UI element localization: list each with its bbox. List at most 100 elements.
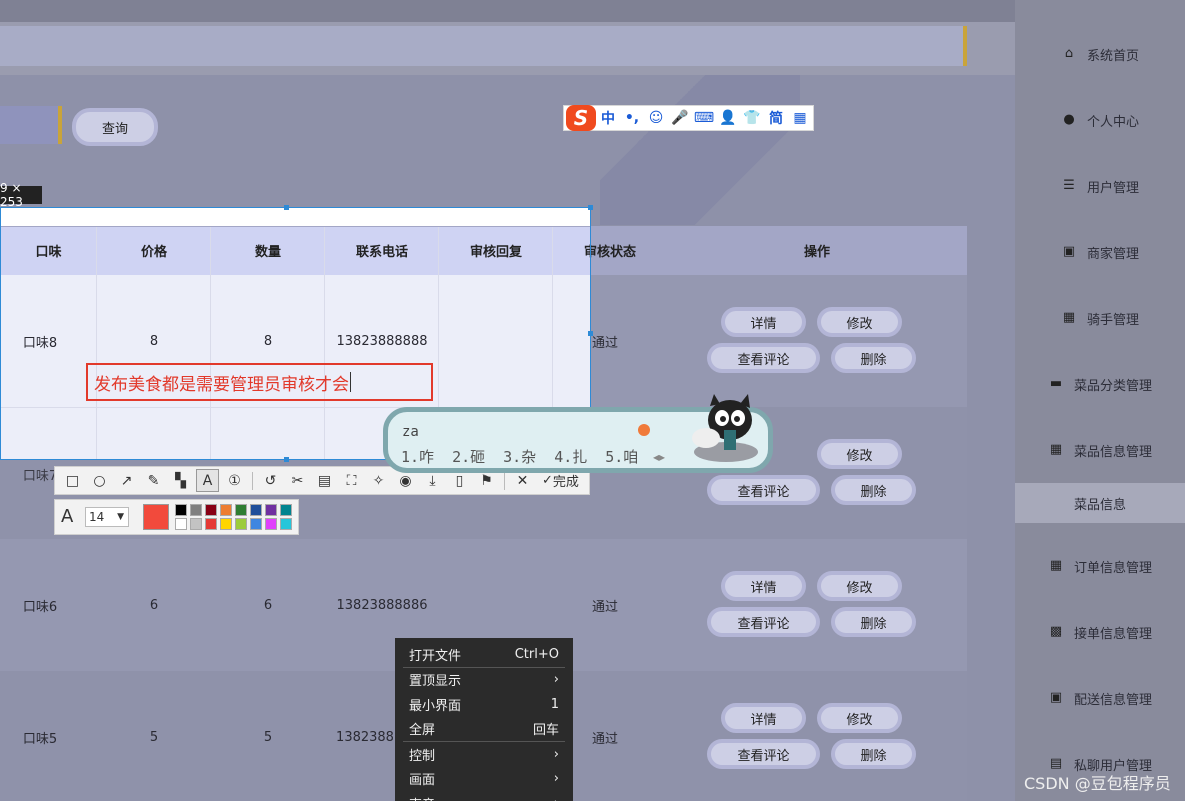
color-swatch[interactable] [235,504,247,516]
color-swatch[interactable] [205,504,217,516]
number-marker-icon[interactable]: ① [223,469,246,492]
menu-item-picture[interactable]: 画面 › [395,767,573,792]
search-input[interactable] [0,106,62,144]
text-style-toolbar: A 14 ▼ [54,499,299,535]
color-swatch[interactable] [280,518,292,530]
sidebar-item-dish-category[interactable]: ▬ 菜品分类管理 [1015,351,1185,417]
color-swatch[interactable] [190,518,202,530]
resize-handle[interactable] [588,331,593,336]
color-swatch[interactable] [175,518,187,530]
sidebar-item-home[interactable]: ⌂ 系统首页 [1015,21,1185,87]
toolbox-icon[interactable]: ▦ [788,110,812,126]
mosaic-icon[interactable]: ▚ [169,469,192,492]
cell-taste: 口味5 [22,731,58,747]
sidebar-item-accept-orders[interactable]: ▩ 接单信息管理 [1015,599,1185,665]
scan-icon[interactable]: ⛶ [340,469,363,492]
annotation-text-input[interactable]: 发布美食都是需要管理员审核才会 [86,363,433,401]
color-swatch[interactable] [220,504,232,516]
color-swatch[interactable] [235,518,247,530]
chinese-mode-icon[interactable]: 中 [596,108,620,128]
color-swatch[interactable] [175,504,187,516]
delete-button[interactable]: 删除 [831,475,916,505]
pin-icon[interactable]: ✧ [367,469,390,492]
delete-button[interactable]: 删除 [831,739,916,769]
active-color-swatch[interactable] [143,504,169,530]
sidebar-subitem-dish-info[interactable]: 菜品信息 [1015,483,1185,523]
color-swatch[interactable] [220,518,232,530]
candidate-3[interactable]: 3.杂 [503,446,536,467]
done-button[interactable]: ✓ 完成 [542,471,579,490]
sidebar-item-users[interactable]: ☰ 用户管理 [1015,153,1185,219]
emoji-icon[interactable]: ☺ [644,110,668,126]
candidate-4[interactable]: 4.扎 [554,446,587,467]
context-menu: 打开文件 Ctrl+O 置顶显示 › 最小界面 1 全屏 回车 控制 › 画面 › 声音 › [395,638,573,801]
menu-item-pin-top[interactable]: 置顶显示 › [395,668,573,693]
view-reviews-button[interactable]: 查看评论 [707,607,820,637]
text-icon[interactable]: A [196,469,219,492]
scissors-icon[interactable]: ✂ [286,469,309,492]
detail-button[interactable]: 详情 [721,307,806,337]
delete-button[interactable]: 删除 [831,343,916,373]
detail-button[interactable]: 详情 [721,703,806,733]
edit-button[interactable]: 修改 [817,571,902,601]
candidate-2[interactable]: 2.砸 [452,446,485,467]
menu-item-fullscreen[interactable]: 全屏 回车 [395,717,573,742]
ocr-icon[interactable]: ▤ [313,469,336,492]
person-icon: ● [1063,112,1075,127]
cell-qty: 5 [263,729,273,745]
menu-item-label: 全屏 [409,723,436,739]
view-reviews-button[interactable]: 查看评论 [707,739,820,769]
pencil-icon[interactable]: ✎ [142,469,165,492]
resize-handle[interactable] [284,205,289,210]
menu-item-mini-ui[interactable]: 最小界面 1 [395,692,573,717]
candidate-1[interactable]: 1.咋 [401,446,434,467]
font-size-select[interactable]: 14 ▼ [85,507,129,527]
microphone-icon[interactable]: 🎤 [668,110,692,126]
page-nav-icon[interactable]: ◂▸ [653,450,665,464]
resize-handle[interactable] [284,457,289,462]
candidate-5[interactable]: 5.咱 [605,446,638,467]
detail-button[interactable]: 详情 [721,571,806,601]
resize-handle[interactable] [588,205,593,210]
ime-status-bar: S 中 •, ☺ 🎤 ⌨ 👤 👕 简 ▦ [563,105,814,131]
color-swatch[interactable] [265,504,277,516]
color-swatch[interactable] [205,518,217,530]
sidebar-item-delivery[interactable]: ▣ 配送信息管理 [1015,665,1185,731]
user-icon[interactable]: 👤 [716,110,740,126]
punctuation-icon[interactable]: •, [620,110,644,126]
menu-item-sound[interactable]: 声音 › [395,791,573,801]
color-swatch[interactable] [250,518,262,530]
edit-button[interactable]: 修改 [817,307,902,337]
sidebar-item-merchants[interactable]: ▣ 商家管理 [1015,219,1185,285]
sidebar-item-profile[interactable]: ● 个人中心 [1015,87,1185,153]
menu-item-open-file[interactable]: 打开文件 Ctrl+O [395,642,573,667]
sidebar-item-riders[interactable]: ▦ 骑手管理 [1015,285,1185,351]
sidebar-item-dish-info-mgmt[interactable]: ▦ 菜品信息管理 [1015,417,1185,483]
keyboard-icon[interactable]: ⌨ [692,110,716,126]
arrow-icon[interactable]: ↗ [115,469,138,492]
delete-button[interactable]: 删除 [831,607,916,637]
undo-icon[interactable]: ↺ [259,469,282,492]
clipboard-check-icon: ▣ [1049,690,1063,705]
cell-qty: 6 [263,597,273,613]
cell-phone: 1382388 [336,729,394,745]
mascot-image [680,394,760,466]
color-swatch[interactable] [190,504,202,516]
annotation-text: 发布美食都是需要管理员审核才会 [94,374,349,395]
view-reviews-button[interactable]: 查看评论 [707,475,820,505]
menu-item-control[interactable]: 控制 › [395,742,573,767]
edit-button[interactable]: 修改 [817,439,902,469]
simplified-icon[interactable]: 简 [764,108,788,128]
sidebar-item-label: 菜品信息 [1073,497,1126,513]
edit-button[interactable]: 修改 [817,703,902,733]
sidebar-item-label: 个人中心 [1086,114,1139,130]
color-swatch[interactable] [280,504,292,516]
sidebar-item-orders[interactable]: ▦ 订单信息管理 [1015,533,1185,599]
ellipse-icon[interactable]: ○ [88,469,111,492]
rectangle-icon[interactable]: □ [61,469,84,492]
color-swatch[interactable] [250,504,262,516]
view-reviews-button[interactable]: 查看评论 [707,343,820,373]
color-swatch[interactable] [265,518,277,530]
query-button[interactable]: 查询 [72,108,158,146]
skin-icon[interactable]: 👕 [740,110,764,126]
